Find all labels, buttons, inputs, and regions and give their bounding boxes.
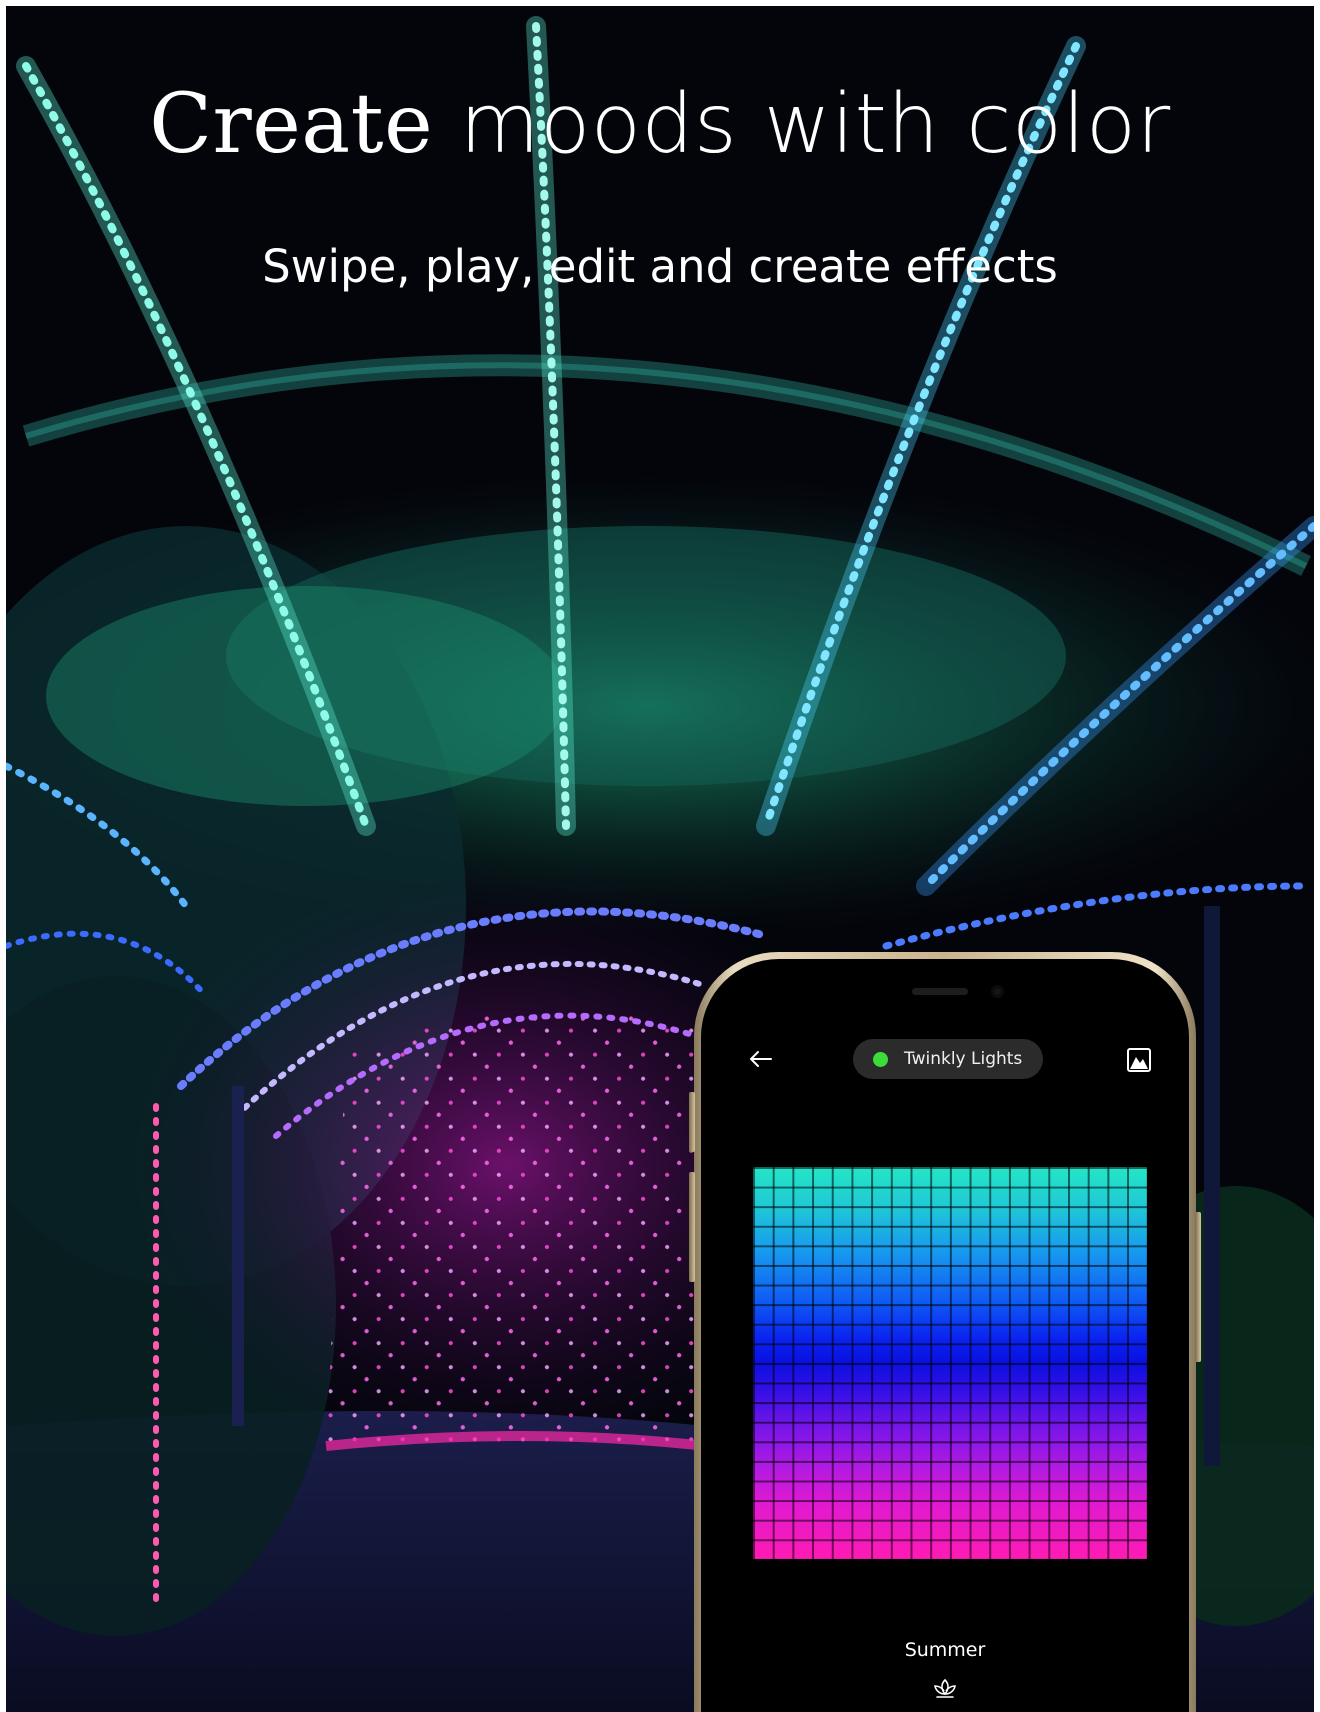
product-banner: Create moods with color Swipe, play, edi… (6, 6, 1314, 1712)
title-rest: moods with color (459, 77, 1171, 172)
effect-name: Summer (904, 1639, 986, 1661)
phone-side-button (689, 1172, 695, 1282)
device-status-dot (873, 1051, 888, 1067)
image-mountain-icon[interactable] (1125, 1046, 1153, 1074)
page-title: Create moods with color (6, 84, 1314, 166)
phone-mockup: Twinkly Lights Summer (689, 952, 1201, 1712)
phone-screen: Twinkly Lights Summer (701, 959, 1189, 1712)
phone-speaker (912, 988, 968, 995)
phone-side-button (1195, 1212, 1201, 1362)
title-emphasis: Create (149, 77, 434, 172)
lotus-icon[interactable] (932, 1677, 958, 1699)
device-selector[interactable]: Twinkly Lights (853, 1039, 1043, 1079)
arrow-left-icon[interactable] (741, 1042, 781, 1076)
led-mapping-grid[interactable] (753, 1167, 1147, 1559)
led-grid-lines (753, 1167, 1147, 1559)
phone-side-button (689, 1092, 695, 1152)
phone-camera (991, 985, 1004, 998)
device-name: Twinkly Lights (904, 1049, 1023, 1069)
page-subtitle: Swipe, play, edit and create effects (262, 240, 1058, 293)
